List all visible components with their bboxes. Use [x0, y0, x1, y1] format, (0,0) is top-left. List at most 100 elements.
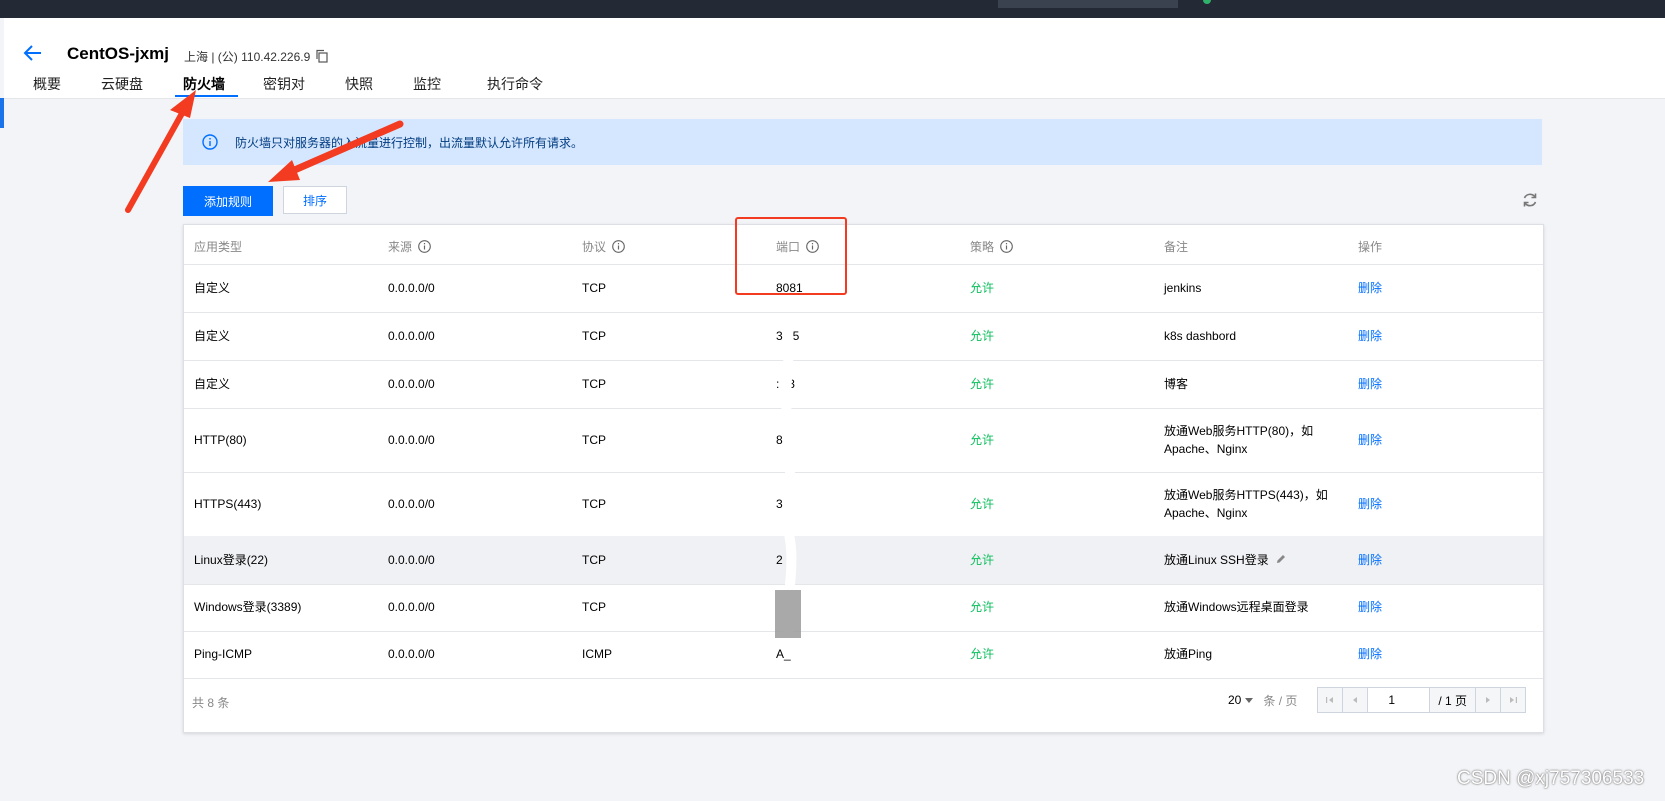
back-arrow-icon[interactable]: [22, 42, 44, 64]
source-info-icon[interactable]: [418, 240, 431, 253]
tab-cloud-disk[interactable]: 云硬盘: [101, 74, 143, 94]
cell-app-type: 自定义: [194, 281, 231, 295]
edit-pencil-icon[interactable]: [1275, 553, 1287, 565]
col-note: 备注: [1164, 238, 1188, 255]
col-action-label: 操作: [1358, 240, 1383, 254]
delete-link[interactable]: 删除: [1358, 551, 1382, 569]
tab-overview[interactable]: 概要: [33, 74, 61, 94]
col-note-label: 备注: [1164, 240, 1189, 254]
cell-protocol: TCP: [582, 281, 606, 295]
cell-note: jenkins: [1164, 281, 1202, 295]
tab-monitor[interactable]: 监控: [413, 74, 441, 94]
table-row: 自定义 0.0.0.0/0 TCP 8081 允许 jenkins 删除: [184, 264, 1543, 313]
left-strip: [0, 18, 4, 801]
copy-icon[interactable]: [315, 49, 329, 63]
cell-protocol: TCP: [582, 433, 606, 447]
cell-app-type: Linux登录(22): [194, 553, 269, 567]
table-row: 自定义 0.0.0.0/0 TCP : ' 3 允许 博客 删除: [184, 360, 1543, 409]
delete-link[interactable]: 删除: [1358, 431, 1382, 449]
table-row: Windows登录(3389) 0.0.0.0/0 TCP 允许 放通Windo…: [184, 584, 1543, 632]
cell-source: 0.0.0.0/0: [388, 600, 435, 614]
cell-policy: 允许: [970, 377, 995, 391]
left-strip-marker: [0, 98, 4, 128]
cell-protocol: TCP: [582, 329, 606, 343]
notice-text: 防火墙只对服务器的入流量进行控制，出流量默认允许所有请求。: [235, 136, 584, 150]
cell-note: 放通Ping: [1164, 647, 1213, 661]
add-rule-button[interactable]: 添加规则: [183, 186, 273, 216]
col-action: 操作: [1358, 238, 1382, 255]
sort-button[interactable]: 排序: [283, 186, 347, 214]
col-policy: 策略: [970, 238, 1013, 255]
pagination: 20 条 / 页 / 1 页: [1228, 687, 1527, 713]
tab-run-command[interactable]: 执行命令: [487, 74, 543, 94]
cell-protocol: TCP: [582, 497, 606, 511]
top-search-box[interactable]: [998, 0, 1178, 8]
refresh-icon[interactable]: [1521, 191, 1539, 209]
cell-policy: 允许: [970, 433, 995, 447]
cell-source: 0.0.0.0/0: [388, 647, 435, 661]
cell-note: 博客: [1164, 377, 1189, 391]
cell-note: 放通Web服务HTTPS(443)，如Apache、Nginx: [1164, 488, 1328, 520]
page-size-select[interactable]: 20: [1228, 693, 1254, 707]
prev-page-icon: [1353, 697, 1358, 703]
tab-key-pair[interactable]: 密钥对: [263, 74, 305, 94]
tab-snapshot[interactable]: 快照: [345, 74, 373, 94]
prev-page-button[interactable]: [1343, 688, 1369, 712]
cell-source: 0.0.0.0/0: [388, 281, 435, 295]
delete-link[interactable]: 删除: [1358, 495, 1382, 513]
info-notice: 防火墙只对服务器的入流量进行控制，出流量默认允许所有请求。: [183, 119, 1542, 165]
caret-down-icon: [1245, 697, 1254, 703]
col-source: 来源: [388, 238, 431, 255]
next-page-button[interactable]: [1475, 688, 1501, 712]
cell-app-type: Windows登录(3389): [194, 600, 302, 614]
protocol-info-icon[interactable]: [612, 240, 625, 253]
cell-app-type: HTTP(80): [194, 433, 247, 447]
redaction-scribble: [775, 315, 801, 645]
col-app-type-label: 应用类型: [194, 240, 243, 254]
table-row: HTTP(80) 0.0.0.0/0 TCP 8 允许 放通Web服务HTTP(…: [184, 408, 1543, 473]
cell-protocol: TCP: [582, 553, 606, 567]
policy-info-icon[interactable]: [1000, 240, 1013, 253]
table-row: 自定义 0.0.0.0/0 TCP 3 ; 5 允许 k8s dashbord …: [184, 312, 1543, 361]
cell-policy: 允许: [970, 647, 995, 661]
table-row: Ping-ICMP 0.0.0.0/0 ICMP A_ 允许 放通Ping 删除: [184, 631, 1543, 679]
info-icon: [202, 134, 218, 150]
cell-policy: 允许: [970, 329, 995, 343]
cell-note-wrap: 放通Linux SSH登录: [1164, 551, 1287, 569]
page-header: CentOS-jxmj 上海 | (公) 110.42.226.9 概要 云硬盘…: [4, 18, 1665, 99]
total-count: 共 8 条: [192, 696, 230, 710]
table-row: HTTPS(443) 0.0.0.0/0 TCP 3 允许 放通Web服务HTT…: [184, 472, 1543, 537]
cell-protocol: TCP: [582, 600, 606, 614]
col-policy-label: 策略: [970, 240, 995, 254]
cell-note: 放通Web服务HTTP(80)，如Apache、Nginx: [1164, 424, 1314, 456]
tab-firewall[interactable]: 防火墙: [183, 74, 225, 94]
table-row: Linux登录(22) 0.0.0.0/0 TCP 2 允许 放通Linux S…: [184, 536, 1543, 585]
cell-app-type: Ping-ICMP: [194, 647, 253, 661]
cell-source: 0.0.0.0/0: [388, 553, 435, 567]
page-navigator: / 1 页: [1317, 687, 1527, 713]
cell-source: 0.0.0.0/0: [388, 329, 435, 343]
delete-link[interactable]: 删除: [1358, 375, 1382, 393]
cell-note: 放通Windows远程桌面登录: [1164, 600, 1309, 614]
cell-source: 0.0.0.0/0: [388, 433, 435, 447]
delete-link[interactable]: 删除: [1358, 598, 1382, 616]
page-size-value: 20: [1228, 693, 1242, 707]
page-number-input[interactable]: [1368, 688, 1431, 712]
delete-link[interactable]: 删除: [1358, 327, 1382, 345]
delete-link[interactable]: 删除: [1358, 279, 1382, 297]
status-dot: [1203, 0, 1211, 4]
col-protocol: 协议: [582, 238, 625, 255]
cell-policy: 允许: [970, 281, 995, 295]
last-page-button[interactable]: [1500, 688, 1526, 712]
cell-source: 0.0.0.0/0: [388, 497, 435, 511]
table-header: 应用类型 来源 协议 端口 策略 备注 操作: [184, 225, 1543, 265]
annotation-highlight-box: [735, 217, 847, 295]
delete-link[interactable]: 删除: [1358, 645, 1382, 663]
col-protocol-label: 协议: [582, 240, 607, 254]
top-bar: [0, 0, 1665, 18]
cell-protocol: ICMP: [582, 647, 612, 661]
instance-name: CentOS-jxmj: [67, 44, 170, 63]
cell-source: 0.0.0.0/0: [388, 377, 435, 391]
instance-region-ip: 上海 | (公) 110.42.226.9: [184, 50, 311, 64]
first-page-button[interactable]: [1318, 688, 1344, 712]
